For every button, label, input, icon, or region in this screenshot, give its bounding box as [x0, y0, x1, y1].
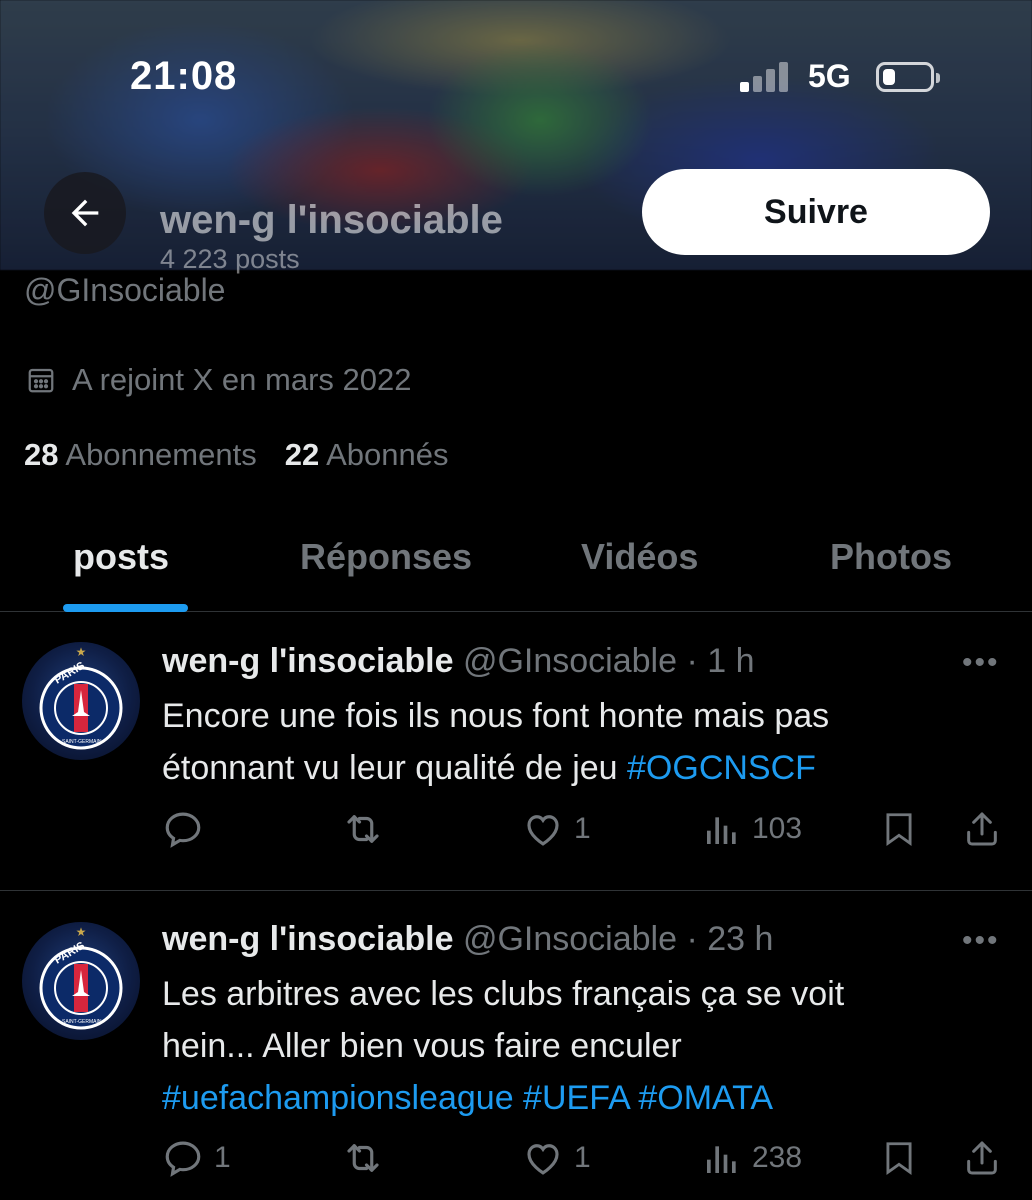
follow-button[interactable]: Suivre	[642, 169, 990, 255]
reply-button[interactable]: 1	[162, 1137, 231, 1179]
share-button[interactable]	[962, 808, 1002, 850]
more-icon[interactable]: •••	[962, 646, 1000, 680]
crest-bottom-text: SAINT-GERMAIN	[62, 739, 102, 745]
post-text-line: Encore une fois ils nous font honte mais…	[162, 697, 830, 735]
network-label: 5G	[808, 58, 851, 94]
status-bar: 21:08 5G	[0, 0, 1032, 150]
battery-icon	[876, 62, 940, 92]
like-count: 1	[574, 812, 591, 845]
bookmark-icon	[886, 1142, 912, 1176]
post-text-line: étonnant vu leur qualité de jeu	[162, 749, 628, 787]
back-arrow-icon	[71, 199, 99, 227]
like-button[interactable]: 1	[522, 808, 591, 850]
avatar[interactable]: ★ PARIS SAINT-GERMAIN	[22, 922, 140, 1040]
share-icon	[967, 1141, 997, 1175]
psg-crest-icon: ★ PARIS SAINT-GERMAIN	[39, 925, 123, 1030]
views-count: 238	[752, 1141, 803, 1174]
reply-icon	[165, 1141, 201, 1177]
header-post-count: 4 223 posts	[160, 244, 300, 274]
tab-videos[interactable]: Vidéos	[581, 536, 698, 578]
hashtag-link[interactable]: #OGCNSCF	[627, 749, 816, 787]
follow-stats: 28 Abonnements 22 Abonnés	[24, 437, 448, 473]
followers-label: Abonnés	[326, 437, 449, 472]
crest-bottom-text: SAINT-GERMAIN	[62, 1019, 102, 1025]
active-tab-indicator	[63, 604, 188, 612]
post-text: Les arbitres avec les clubs français ça …	[162, 968, 982, 1124]
avatar[interactable]: ★ PARIS SAINT-GERMAIN	[22, 642, 140, 760]
bookmark-icon	[886, 813, 912, 847]
header-display-name: wen-g l'insociable	[160, 198, 503, 242]
joined-label: A rejoint X en mars 2022	[72, 362, 412, 397]
signal-icon	[740, 60, 792, 92]
like-button[interactable]: 1	[522, 1137, 591, 1179]
reply-icon	[165, 812, 201, 848]
post-author-name[interactable]: wen-g l'insociable	[162, 920, 453, 958]
post-author-handle: @GInsociable	[462, 642, 677, 680]
post-actions: 1 1 238	[0, 1137, 1032, 1187]
following-link[interactable]: 28 Abonnements	[24, 437, 257, 473]
hashtag-link[interactable]: #uefachampionsleague #UEFA #OMATA	[162, 1072, 982, 1124]
followers-link[interactable]: 22 Abonnés	[285, 437, 449, 473]
repost-button[interactable]	[340, 808, 396, 850]
profile-tabs: posts Réponses Vidéos Photos	[0, 520, 1032, 612]
status-time: 21:08	[130, 54, 238, 98]
tab-replies[interactable]: Réponses	[300, 536, 472, 578]
post-author-name[interactable]: wen-g l'insociable	[162, 642, 453, 680]
views-icon	[707, 1146, 736, 1173]
share-icon	[967, 812, 997, 846]
like-count: 1	[574, 1141, 591, 1174]
joined-date: A rejoint X en mars 2022	[26, 362, 411, 398]
post-header: wen-g l'insociable @GInsociable · 1 h	[162, 642, 755, 681]
views-button[interactable]: 103	[702, 808, 802, 850]
post-text-line: Les arbitres avec les clubs français ça …	[162, 975, 845, 1013]
svg-text:★: ★	[76, 645, 87, 659]
followers-count: 22	[284, 437, 320, 472]
more-icon[interactable]: •••	[962, 924, 1000, 958]
views-icon	[707, 817, 736, 844]
like-icon	[527, 1144, 559, 1175]
psg-crest-icon: ★ PARIS SAINT-GERMAIN	[39, 645, 123, 750]
views-button[interactable]: 238	[702, 1137, 802, 1179]
tab-photos[interactable]: Photos	[830, 536, 952, 578]
calendar-icon	[28, 368, 54, 393]
post-text: Encore une fois ils nous font honte mais…	[162, 690, 982, 794]
bookmark-button[interactable]	[880, 808, 918, 850]
share-button[interactable]	[962, 1137, 1002, 1179]
post-header: wen-g l'insociable @GInsociable · 23 h	[162, 920, 773, 959]
post-timestamp: · 1 h	[686, 642, 755, 680]
svg-text:★: ★	[76, 925, 87, 939]
following-label: Abonnements	[65, 437, 257, 472]
following-count: 28	[24, 437, 59, 472]
reply-count: 1	[214, 1141, 231, 1174]
post[interactable]: ★ PARIS SAINT-GERMAIN wen-g l'insociable…	[0, 612, 1032, 890]
post[interactable]: ★ PARIS SAINT-GERMAIN wen-g l'insociable…	[0, 891, 1032, 1200]
repost-button[interactable]	[340, 1137, 396, 1179]
profile-handle: @GInsociable	[24, 272, 226, 308]
like-icon	[527, 815, 559, 846]
tab-posts[interactable]: posts	[73, 536, 169, 578]
views-count: 103	[752, 812, 803, 845]
reply-button[interactable]	[162, 808, 214, 850]
post-timestamp: · 23 h	[686, 920, 774, 958]
post-text-line: hein... Aller bien vous faire enculer	[162, 1027, 682, 1065]
back-button[interactable]	[44, 172, 126, 254]
post-author-handle: @GInsociable	[462, 920, 677, 958]
post-actions: 1 103	[0, 808, 1032, 858]
repost-icon	[347, 1144, 379, 1172]
repost-icon	[347, 815, 379, 843]
bookmark-button[interactable]	[880, 1137, 918, 1179]
